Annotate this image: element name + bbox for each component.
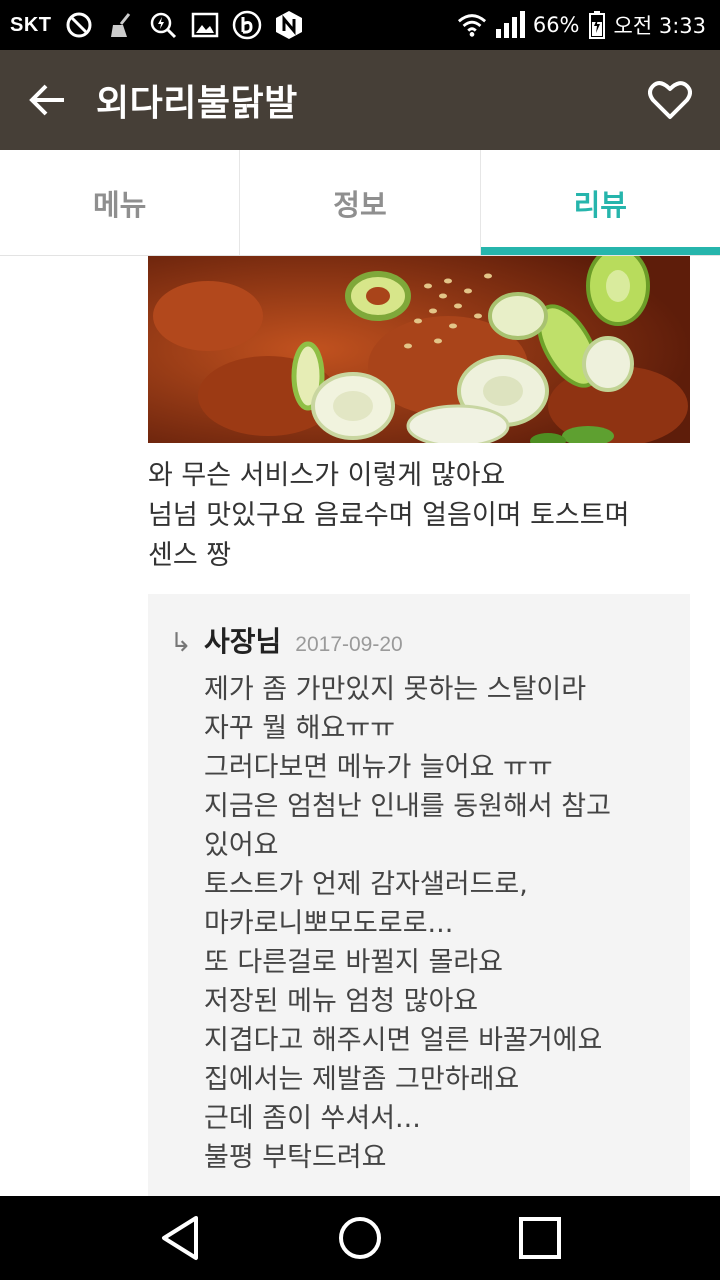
reply-line: 근데 좀이 쑤셔서... [204, 1103, 421, 1134]
favorite-button[interactable] [620, 50, 720, 150]
nav-home-button[interactable] [330, 1208, 390, 1268]
tab-menu[interactable]: 메뉴 [0, 150, 239, 255]
reply-date: 2017-09-20 [295, 633, 403, 656]
tab-bar: 메뉴 정보 리뷰 [0, 150, 720, 256]
wifi-icon [457, 10, 487, 40]
reply-line: 불평 부탁드려요 [204, 1142, 387, 1173]
reply-line: 저장된 메뉴 엄청 많아요 [204, 986, 479, 1017]
battery-icon [588, 10, 606, 40]
reply-line: 또 다른걸로 바뀔지 몰라요 [204, 947, 503, 978]
back-arrow-icon [29, 84, 64, 116]
review-photo[interactable] [148, 256, 690, 443]
app-bar: 외다리불닭발 [0, 50, 720, 150]
review-content[interactable]: 와 무슨 서비스가 이렇게 많아요 넘넘 맛있구요 음료수며 얼음이며 토스트며… [0, 256, 720, 1196]
reply-line: 제가 좀 가만있지 못하는 스탈이라 [204, 674, 587, 705]
nav-recents-button[interactable] [510, 1208, 570, 1268]
tab-info[interactable]: 정보 [239, 150, 479, 255]
reply-author: 사장님 [204, 625, 282, 658]
reply-arrow-icon: ↳ [170, 628, 192, 658]
tab-review[interactable]: 리뷰 [479, 150, 720, 255]
image-icon [190, 10, 220, 40]
reply-line: 지겹다고 해주시면 얼른 바꿀거에요 [204, 1025, 603, 1056]
owner-reply: ↳ 사장님 2017-09-20 제가 좀 가만있지 못하는 스탈이라 자꾸 뭘… [148, 594, 690, 1196]
battery-percent: 66% [532, 13, 580, 37]
page-title: 외다리불닭발 [96, 83, 298, 124]
status-bar: SKT 66% 오전 3:33 [0, 0, 720, 50]
reply-line: 집에서는 제발좀 그만하래요 [204, 1064, 520, 1095]
reply-header: ↳ 사장님 2017-09-20 [170, 620, 690, 660]
reply-line: 자꾸 뭘 해요ㅠㅠ [204, 713, 396, 744]
b-app-icon [232, 10, 262, 40]
triangle-back-icon [162, 1216, 198, 1260]
reply-body: 제가 좀 가만있지 못하는 스탈이라 자꾸 뭘 해요ㅠㅠ 그러다보면 메뉴가 늘… [204, 670, 690, 1177]
heart-outline-icon [648, 81, 692, 119]
signal-icon [495, 10, 525, 40]
reply-line: 지금은 엄첨난 인내를 동원해서 참고 [204, 791, 611, 822]
review-line: 센스 짱 [148, 540, 232, 571]
broom-icon [106, 10, 136, 40]
square-recents-icon [519, 1217, 561, 1259]
review-line: 넘넘 맛있구요 음료수며 얼음이며 토스트며 [148, 500, 630, 531]
search-boost-icon [148, 10, 178, 40]
review-line: 와 무슨 서비스가 이렇게 많아요 [148, 460, 506, 491]
reply-line: 마카로니뽀모도로로... [204, 908, 454, 939]
review-text: 와 무슨 서비스가 이렇게 많아요 넘넘 맛있구요 음료수며 얼음이며 토스트며… [148, 456, 698, 576]
circle-home-icon [339, 1217, 381, 1259]
back-button[interactable] [0, 50, 96, 150]
reply-line: 토스트가 언제 감자샐러드로, [204, 869, 528, 900]
reply-line: 그러다보면 메뉴가 늘어요 ㅠㅠ [204, 752, 553, 783]
nav-back-button[interactable] [150, 1208, 210, 1268]
clock: 오전 3:33 [613, 14, 706, 38]
carrier-label: SKT [10, 13, 52, 36]
n-app-icon [274, 10, 304, 40]
no-disturb-icon [64, 10, 94, 40]
reply-line: 있어요 [204, 830, 279, 861]
system-nav-bar [0, 1196, 720, 1280]
